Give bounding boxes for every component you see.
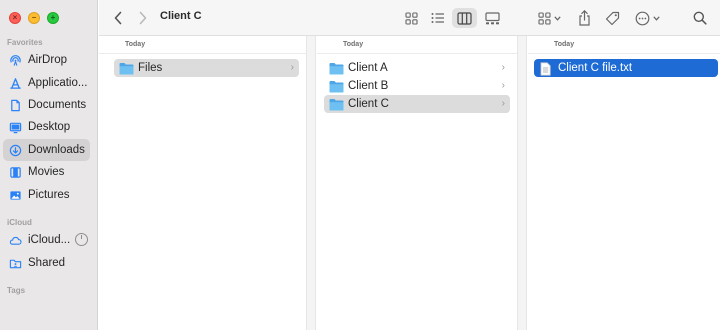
folder-icon	[329, 98, 344, 111]
sidebar-item-label: Shared	[28, 257, 66, 269]
back-button[interactable]	[109, 8, 127, 28]
item-label: Client C	[348, 98, 389, 110]
sidebar-item-label: AirDrop	[28, 54, 67, 66]
column-2: Today Client A › Client B › Client C ›	[317, 36, 517, 330]
downloads-icon	[8, 143, 22, 157]
search-button[interactable]	[691, 8, 709, 28]
window-controls: × − +	[9, 12, 59, 24]
list-view-icon	[431, 12, 445, 24]
sidebar-item-airdrop[interactable]: AirDrop	[3, 49, 90, 71]
chevron-right-icon: ›	[501, 62, 505, 73]
list-item-client-a[interactable]: Client A ›	[324, 59, 510, 77]
sidebar-item-label: Downloads	[28, 144, 85, 156]
group-icon	[537, 11, 551, 25]
document-icon	[8, 98, 22, 112]
sidebar-item-label: Applicatio...	[28, 77, 88, 89]
chevron-right-icon: ›	[290, 62, 294, 73]
close-window-button[interactable]: ×	[9, 12, 21, 24]
column-header: Today	[99, 36, 306, 54]
column-header: Today	[317, 36, 517, 54]
list-item-client-c[interactable]: Client C ›	[324, 95, 510, 113]
ellipsis-icon	[635, 11, 650, 26]
zoom-window-button[interactable]: +	[47, 12, 59, 24]
sidebar-item-shared[interactable]: Shared	[3, 252, 90, 274]
more-actions-button[interactable]	[633, 8, 661, 28]
text-file-icon	[539, 61, 554, 76]
sidebar-item-downloads[interactable]: Downloads	[3, 139, 90, 161]
chevron-right-icon: ›	[501, 98, 505, 109]
item-label: Client A	[348, 62, 388, 74]
column-header: Today	[528, 36, 720, 54]
chevron-down-icon	[553, 15, 561, 21]
sidebar-item-applications[interactable]: Applicatio...	[3, 72, 90, 94]
view-as-gallery-button[interactable]	[481, 8, 503, 28]
chevron-right-icon: ›	[501, 80, 505, 91]
list-item-files[interactable]: Files ›	[114, 59, 299, 77]
sidebar-item-icloud-drive[interactable]: iCloud...	[3, 229, 90, 251]
sidebar-item-label: Documents	[28, 99, 87, 111]
sidebar-item-label: Movies	[28, 166, 65, 178]
list-item-client-c-file[interactable]: Client C file.txt	[534, 59, 718, 77]
sidebar-item-pictures[interactable]: Pictures	[3, 184, 90, 206]
share-button[interactable]	[575, 8, 593, 28]
sidebar-item-label: iCloud...	[28, 234, 71, 246]
window-title: Client C	[160, 10, 202, 22]
column-browser: Today Files › Today Client A › Client B …	[99, 36, 720, 330]
chevron-down-icon	[652, 15, 660, 21]
sidebar-item-documents[interactable]: Documents	[3, 94, 90, 116]
sidebar: × − + Favorites AirDrop Applicatio... Do…	[0, 0, 98, 330]
view-as-icons-button[interactable]	[400, 8, 422, 28]
chevron-left-icon	[113, 11, 123, 25]
sidebar-item-desktop[interactable]: Desktop	[3, 116, 90, 138]
airdrop-icon	[8, 53, 22, 67]
folder-icon	[329, 80, 344, 93]
sidebar-item-label: Pictures	[28, 189, 70, 201]
tag-icon	[605, 11, 620, 26]
folder-icon	[119, 62, 134, 75]
column-divider[interactable]	[517, 36, 527, 330]
icon-view-icon	[404, 11, 418, 25]
view-as-columns-button[interactable]	[452, 8, 477, 28]
item-label: Client C file.txt	[558, 62, 633, 74]
search-icon	[693, 11, 707, 25]
folder-icon	[329, 62, 344, 75]
group-button[interactable]	[535, 8, 563, 28]
sidebar-section-favorites: Favorites	[7, 38, 43, 47]
sidebar-section-tags: Tags	[7, 286, 26, 295]
sidebar-item-label: Desktop	[28, 121, 71, 133]
forward-button[interactable]	[134, 8, 152, 28]
chevron-right-icon	[138, 11, 148, 25]
column-divider[interactable]	[306, 36, 316, 330]
list-item-client-b[interactable]: Client B ›	[324, 77, 510, 95]
gallery-view-icon	[484, 11, 500, 25]
movies-icon	[8, 165, 22, 179]
column-1: Today Files ›	[99, 36, 306, 330]
pictures-icon	[8, 188, 22, 202]
toolbar: Client C	[99, 0, 720, 36]
share-icon	[578, 10, 591, 26]
item-label: Files	[138, 62, 163, 74]
tag-button[interactable]	[601, 8, 623, 28]
sidebar-item-movies[interactable]: Movies	[3, 161, 90, 183]
applications-icon	[8, 76, 22, 90]
sidebar-section-icloud: iCloud	[7, 218, 32, 227]
desktop-icon	[8, 120, 22, 134]
sync-progress-icon	[75, 233, 88, 246]
shared-folder-icon	[8, 256, 22, 270]
cloud-icon	[8, 233, 22, 247]
item-label: Client B	[348, 80, 389, 92]
view-as-list-button[interactable]	[427, 8, 449, 28]
column-3: Today Client C file.txt	[528, 36, 720, 330]
column-view-icon	[457, 11, 472, 25]
minimize-window-button[interactable]: −	[28, 12, 40, 24]
